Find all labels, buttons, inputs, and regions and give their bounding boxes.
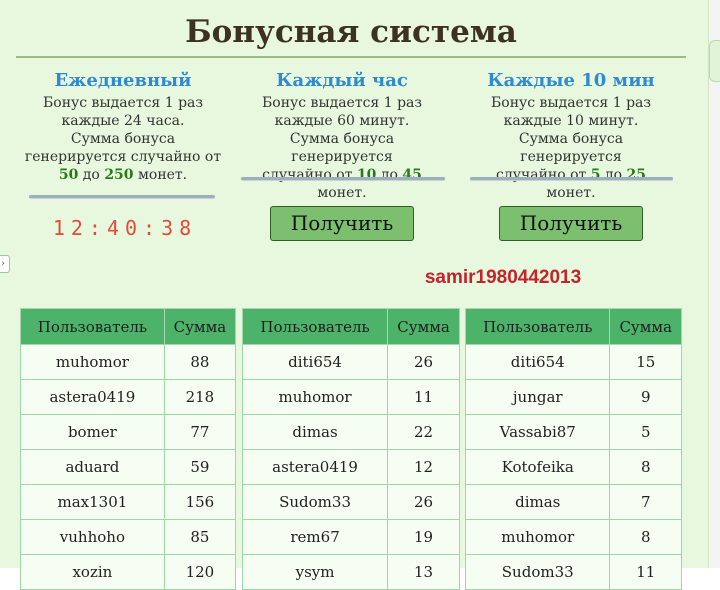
cell-user: bomer <box>20 414 165 450</box>
table-row: diti654 26 <box>241 344 460 380</box>
cell-user: ysym <box>241 554 389 590</box>
cell-user: dimas <box>464 484 611 520</box>
bonus-hourly-min: 10 <box>356 167 377 183</box>
cell-sum: 59 <box>163 449 237 485</box>
cell-user: astera0419 <box>20 379 165 415</box>
table-row: ysym 13 <box>241 554 460 590</box>
cell-sum: 22 <box>387 414 460 450</box>
cell-user: xozin <box>20 554 165 590</box>
cell-user: dimas <box>241 414 389 450</box>
side-scroll-strip[interactable] <box>709 0 720 568</box>
table-row: dimas 7 <box>464 484 682 520</box>
cell-user: Sudom33 <box>241 484 389 520</box>
table-row: astera0419 12 <box>241 449 460 485</box>
cell-sum: 120 <box>163 554 237 590</box>
cell-user: Kotofeika <box>464 449 611 485</box>
cell-sum: 85 <box>163 519 237 555</box>
cell-user: muhomor <box>20 344 165 380</box>
cell-user: Sudom33 <box>464 554 611 590</box>
cell-user: aduard <box>20 449 165 485</box>
bonus-daily-heading: Ежедневный <box>54 70 192 91</box>
bonus-daily-max: 250 <box>104 167 134 183</box>
cell-user: diti654 <box>241 344 389 380</box>
cell-sum: 26 <box>387 344 460 380</box>
cell-user: muhomor <box>464 519 611 555</box>
table-row: diti654 15 <box>464 344 682 380</box>
col-header-user: Пользователь <box>464 308 611 345</box>
table-row: Sudom33 11 <box>464 554 682 590</box>
cell-sum: 77 <box>163 414 237 450</box>
col-header-user: Пользователь <box>20 308 165 345</box>
table-hourly: Пользователь Сумма diti654 26 muhomor 11 dim… <box>241 308 460 590</box>
current-username: samir1980442013 <box>424 267 582 288</box>
table-row: xozin 120 <box>20 554 237 590</box>
col-header-user: Пользователь <box>241 308 389 345</box>
bonus-hourly-max: 45 <box>402 167 422 183</box>
cell-sum: 19 <box>387 519 460 555</box>
cell-user: diti654 <box>464 344 611 380</box>
cell-sum: 88 <box>163 344 237 380</box>
cell-sum: 12 <box>387 449 460 485</box>
table-row: Kotofeika 8 <box>464 449 682 485</box>
table-daily: Пользователь Сумма muhomor 88 astera0419 21… <box>20 308 237 590</box>
claim-hourly-button[interactable]: Получить <box>270 206 414 241</box>
cell-sum: 8 <box>609 519 682 555</box>
cell-user: astera0419 <box>241 449 389 485</box>
table-row: aduard 59 <box>20 449 237 485</box>
bonus-ten-min-heading: Каждые 10 мин <box>487 70 655 91</box>
cell-sum: 8 <box>609 449 682 485</box>
cell-sum: 26 <box>387 484 460 520</box>
divider-daily <box>29 195 215 198</box>
table-row: jungar 9 <box>464 379 682 415</box>
cell-user: jungar <box>464 379 611 415</box>
bonus-hourly: Каждый час Бонус выдается 1 раз каждые 6… <box>242 70 442 202</box>
cell-user: rem67 <box>241 519 389 555</box>
bonus-ten-min: Каждые 10 мин Бонус выдается 1 раз кажды… <box>471 70 671 202</box>
table-row: vuhhoho 85 <box>20 519 237 555</box>
col-header-sum: Сумма <box>163 308 237 345</box>
cell-user: muhomor <box>241 379 389 415</box>
cell-sum: 11 <box>609 554 682 590</box>
cell-sum: 5 <box>609 414 682 450</box>
table-row: max1301 156 <box>20 484 237 520</box>
collapse-arrow-icon[interactable]: › <box>0 255 10 273</box>
divider-hourly <box>241 177 445 180</box>
bonus-ten-min-max: 25 <box>626 167 646 183</box>
table-row: Vassabi87 5 <box>464 414 682 450</box>
bonus-hourly-description: Бонус выдается 1 раз каждые 60 минут. Су… <box>261 95 423 201</box>
bonus-daily-description: Бонус выдается 1 раз каждые 24 часа. Сум… <box>24 95 222 183</box>
cell-sum: 7 <box>609 484 682 520</box>
table-ten-min: Пользователь Сумма diti654 15 jungar 9 Vassa… <box>464 308 682 590</box>
side-knob[interactable] <box>709 40 720 82</box>
col-header-sum: Сумма <box>609 308 682 345</box>
claim-ten-min-button[interactable]: Получить <box>499 206 643 241</box>
divider-ten-min <box>470 177 673 180</box>
cell-sum: 9 <box>609 379 682 415</box>
table-row: muhomor 88 <box>20 344 237 380</box>
table-row: rem67 19 <box>241 519 460 555</box>
table-row: dimas 22 <box>241 414 460 450</box>
bonus-ten-min-description: Бонус выдается 1 раз каждые 10 минут. Су… <box>490 95 652 201</box>
cell-sum: 218 <box>163 379 237 415</box>
table-row: astera0419 218 <box>20 379 237 415</box>
cell-user: vuhhoho <box>20 519 165 555</box>
bonus-hourly-heading: Каждый час <box>276 70 408 91</box>
cell-sum: 156 <box>163 484 237 520</box>
cell-sum: 11 <box>387 379 460 415</box>
table-row: muhomor 8 <box>464 519 682 555</box>
cell-sum: 15 <box>609 344 682 380</box>
page-title: Бонусная система <box>16 14 686 58</box>
table-row: bomer 77 <box>20 414 237 450</box>
bonus-daily-min: 50 <box>58 167 79 183</box>
bonus-daily: Ежедневный Бонус выдается 1 раз каждые 2… <box>23 70 223 184</box>
bonus-ten-min-min: 5 <box>590 167 601 183</box>
table-row: Sudom33 26 <box>241 484 460 520</box>
cell-user: max1301 <box>20 484 165 520</box>
countdown-timer: 12:40:38 <box>52 216 198 240</box>
col-header-sum: Сумма <box>387 308 460 345</box>
cell-sum: 13 <box>387 554 460 590</box>
cell-user: Vassabi87 <box>464 414 611 450</box>
table-row: muhomor 11 <box>241 379 460 415</box>
